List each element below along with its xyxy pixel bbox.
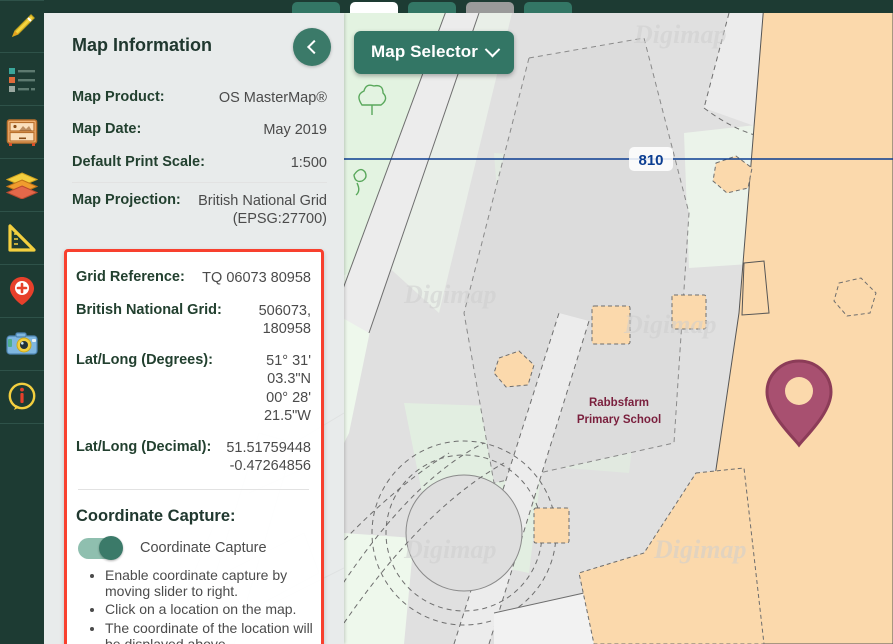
instruction-item: Enable coordinate capture by moving slid… bbox=[105, 567, 321, 602]
toolbar-button-1[interactable] bbox=[292, 2, 340, 13]
instruction-item: Click on a location on the map. bbox=[105, 601, 321, 619]
coordinate-value: 51.51759448 -0.47264856 bbox=[226, 439, 311, 476]
sidebar-item-measure[interactable] bbox=[0, 212, 44, 265]
map-watermark: Digimap bbox=[653, 535, 746, 564]
metadata-row-map-projection: Map Projection: British National Grid (E… bbox=[72, 185, 327, 236]
coordinate-value: TQ 06073 80958 bbox=[202, 269, 311, 287]
toolbar-button-3[interactable] bbox=[408, 2, 456, 13]
coordinate-value: 51° 31' 03.3"N 00° 28' 21.5"W bbox=[223, 352, 311, 425]
map-canvas[interactable]: .veg { fill:#e3f3e1; } .vegl { fill:#eef… bbox=[344, 13, 893, 644]
coordinate-key: British National Grid: bbox=[76, 302, 222, 318]
toolbar-button-2[interactable] bbox=[350, 2, 398, 13]
coordinate-row-bng: British National Grid: 506073, 180958 bbox=[76, 295, 311, 346]
drawer-cabinet-icon bbox=[6, 118, 38, 146]
instruction-item: The coordinate of the location will be d… bbox=[105, 620, 321, 644]
metadata-key: Map Date: bbox=[72, 121, 141, 137]
camera-icon bbox=[6, 331, 38, 357]
chevron-left-icon bbox=[307, 40, 321, 54]
coordinate-row-latlong-decimal: Lat/Long (Decimal): 51.51759448 -0.47264… bbox=[76, 432, 311, 483]
map-watermark: Digimap bbox=[403, 280, 496, 309]
toolbar-button-5[interactable] bbox=[524, 2, 572, 13]
sidebar-item-draw[interactable] bbox=[0, 0, 44, 53]
toggle-knob bbox=[99, 536, 123, 560]
sidebar-item-layers[interactable] bbox=[0, 159, 44, 212]
pencil-icon bbox=[7, 12, 37, 42]
divider bbox=[78, 489, 309, 490]
layers-icon bbox=[6, 171, 38, 199]
coordinate-capture-toggle[interactable] bbox=[78, 538, 122, 559]
coordinate-list: Grid Reference: TQ 06073 80958 British N… bbox=[67, 258, 321, 495]
sidebar-item-print[interactable] bbox=[0, 318, 44, 371]
map-watermark: Digimap bbox=[633, 20, 726, 49]
sidebar-item-information[interactable] bbox=[0, 371, 44, 424]
coordinate-row-grid-reference: Grid Reference: TQ 06073 80958 bbox=[76, 262, 311, 294]
place-label-line2: Primary School bbox=[577, 414, 661, 426]
divider bbox=[72, 182, 327, 183]
coordinate-key: Lat/Long (Decimal): bbox=[76, 439, 211, 455]
metadata-value: British National Grid (EPSG:27700) bbox=[198, 192, 327, 229]
place-label-line1: Rabbsfarm bbox=[589, 397, 649, 409]
metadata-row-print-scale: Default Print Scale: 1:500 bbox=[72, 147, 327, 179]
coordinate-capture-toggle-label: Coordinate Capture bbox=[140, 540, 267, 556]
metadata-value: 1:500 bbox=[291, 154, 327, 172]
sidebar-item-legend[interactable] bbox=[0, 53, 44, 106]
info-icon bbox=[7, 382, 37, 412]
metadata-key: Map Product: bbox=[72, 89, 165, 105]
map-watermark: Digimap bbox=[403, 535, 496, 564]
digimap-application: .veg { fill:#e3f3e1; } .vegl { fill:#eef… bbox=[0, 0, 893, 644]
metadata-key: Map Projection: bbox=[72, 192, 181, 208]
coordinate-key: Lat/Long (Degrees): bbox=[76, 352, 213, 368]
map-pin-add-icon bbox=[9, 276, 35, 306]
tool-sidebar bbox=[0, 0, 44, 644]
coordinate-row-latlong-degrees: Lat/Long (Degrees): 51° 31' 03.3"N 00° 2… bbox=[76, 345, 311, 432]
metadata-row-map-product: Map Product: OS MasterMap® bbox=[72, 82, 327, 114]
map-metadata-list: Map Product: OS MasterMap® Map Date: May… bbox=[58, 56, 330, 235]
sidebar-item-annotate[interactable] bbox=[0, 265, 44, 318]
top-toolbar bbox=[290, 0, 893, 13]
metadata-value: OS MasterMap® bbox=[219, 89, 327, 107]
gridline-label: 810 bbox=[638, 152, 663, 169]
sidebar-item-data[interactable] bbox=[0, 106, 44, 159]
map-information-panel: Map Information Map Product: OS MasterMa… bbox=[44, 13, 344, 644]
coordinate-capture-instructions: Enable coordinate capture by moving slid… bbox=[67, 567, 321, 644]
page-title: Map Information bbox=[58, 13, 330, 56]
map-selector-button[interactable]: Map Selector bbox=[354, 31, 514, 74]
legend-list-icon bbox=[7, 66, 37, 92]
map-selector-label: Map Selector bbox=[371, 42, 478, 62]
collapse-panel-button[interactable] bbox=[293, 28, 331, 66]
ruler-triangle-icon bbox=[7, 224, 37, 252]
metadata-row-map-date: Map Date: May 2019 bbox=[72, 114, 327, 146]
coordinate-capture-toggle-row: Coordinate Capture bbox=[67, 526, 321, 563]
coordinate-highlight-box: Grid Reference: TQ 06073 80958 British N… bbox=[64, 249, 324, 644]
toolbar-button-4[interactable] bbox=[466, 2, 514, 13]
coordinate-value: 506073, 180958 bbox=[232, 302, 311, 339]
chevron-down-icon bbox=[485, 41, 501, 57]
metadata-key: Default Print Scale: bbox=[72, 154, 205, 170]
map-watermark: Digimap bbox=[623, 310, 716, 339]
coordinate-capture-heading: Coordinate Capture: bbox=[67, 496, 321, 526]
coordinate-key: Grid Reference: bbox=[76, 269, 185, 285]
metadata-value: May 2019 bbox=[263, 121, 327, 139]
